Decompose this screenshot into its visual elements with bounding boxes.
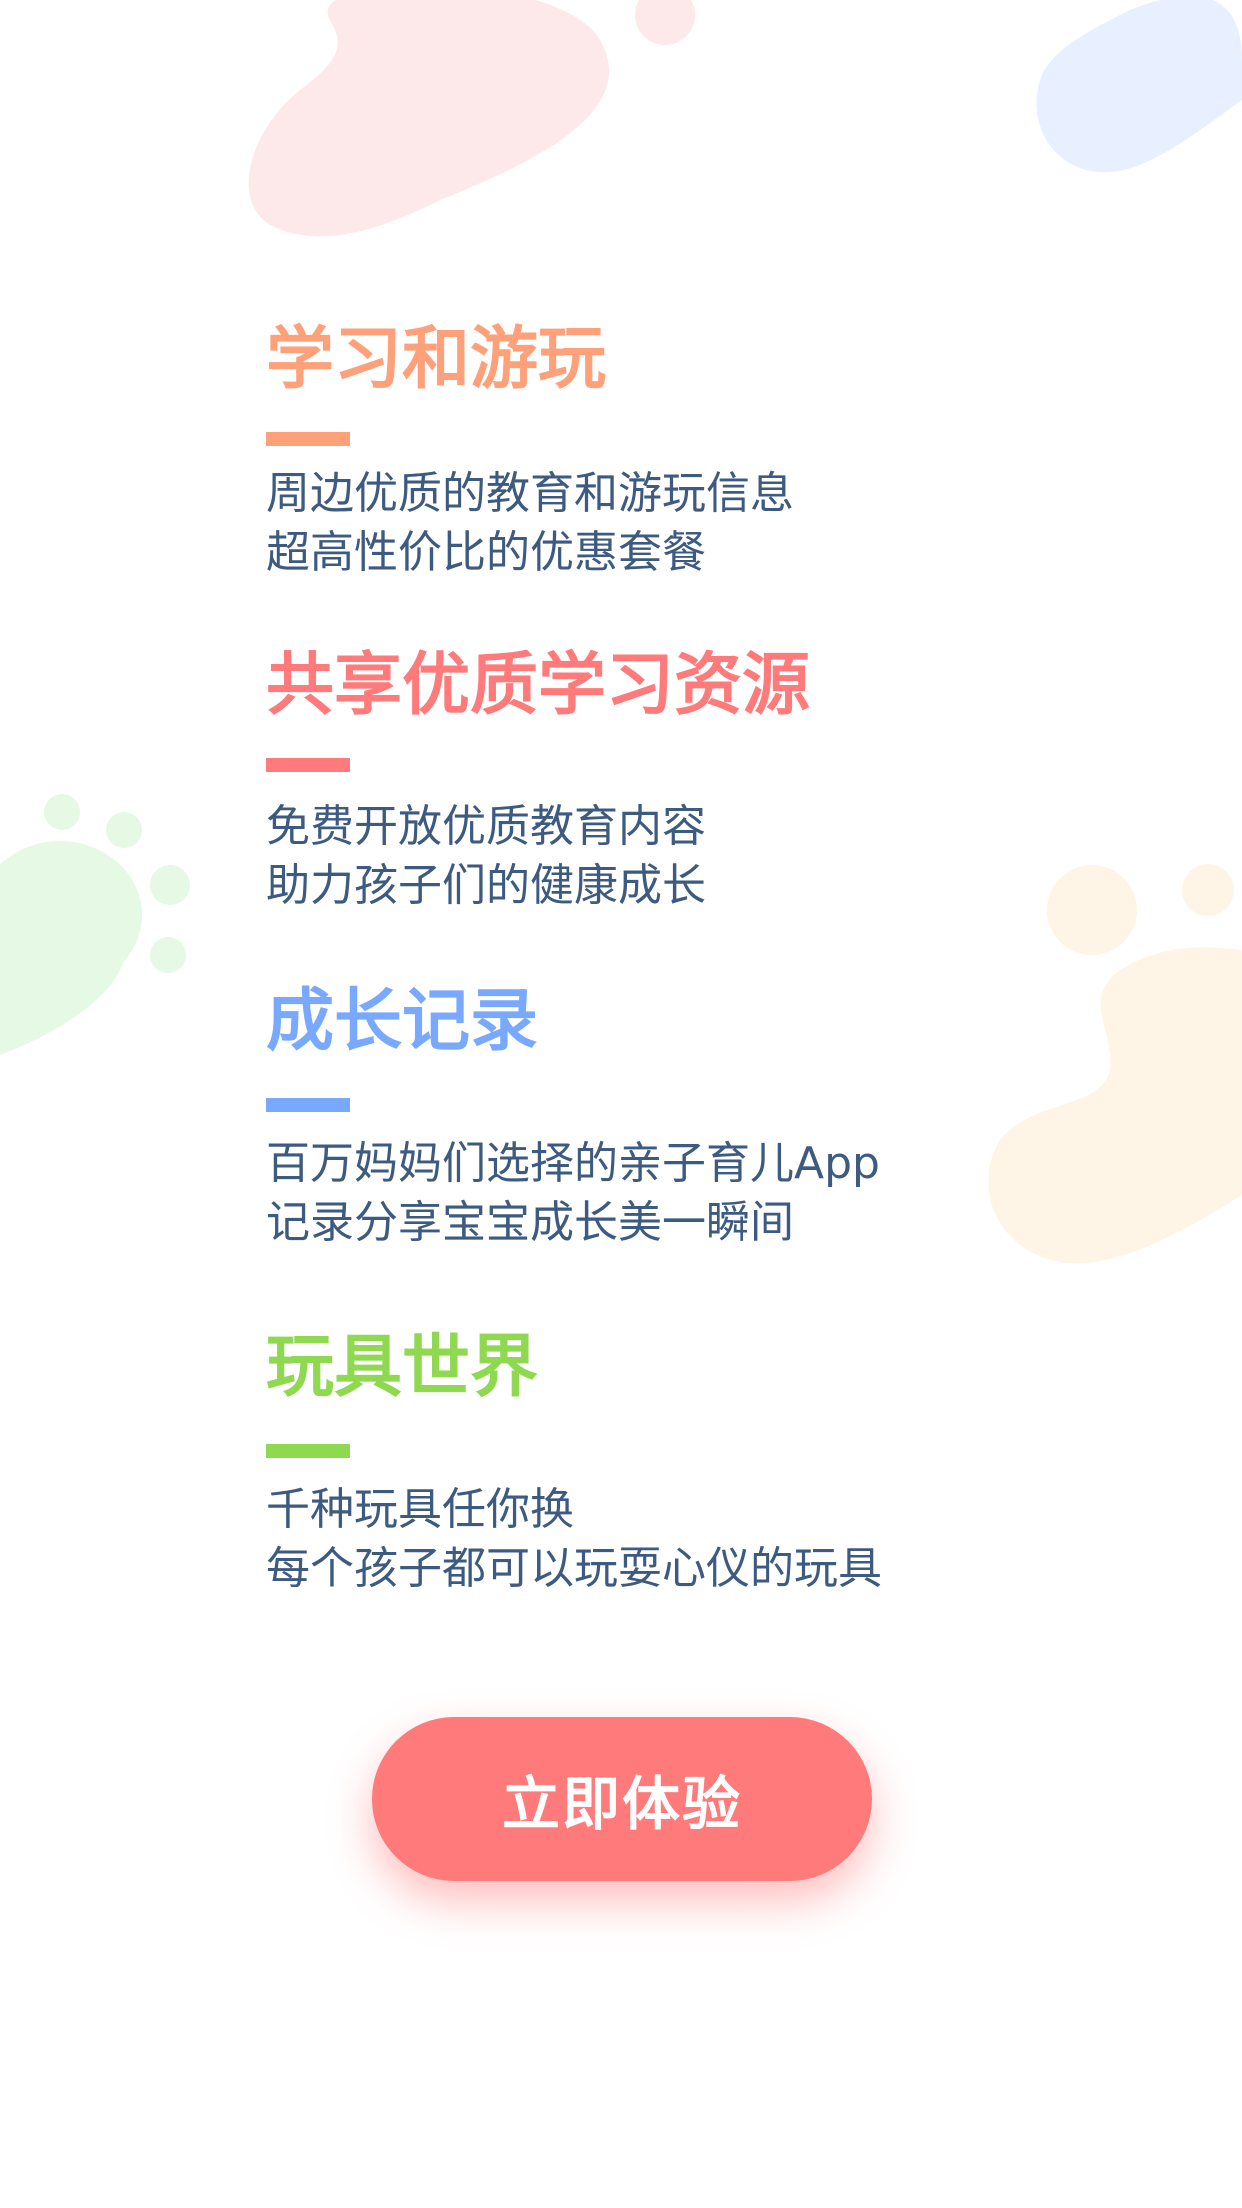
try-now-button[interactable]: 立即体验: [372, 1717, 872, 1881]
description-line: 每个孩子都可以玩耍心仪的玩具: [266, 1543, 882, 1594]
section-title: 学习和游玩: [266, 320, 607, 399]
section-title: 成长记录: [266, 982, 539, 1061]
section-description: 百万妈妈们选择的亲子育儿App 记录分享宝宝成长美一瞬间: [266, 1134, 880, 1252]
blue-paw-decoration: [1036, 0, 1242, 173]
section-description: 千种玩具任你换 每个孩子都可以玩耍心仪的玩具: [266, 1480, 882, 1598]
section-divider: [266, 1444, 350, 1458]
section-description: 免费开放优质教育内容 助力孩子们的健康成长: [266, 797, 706, 915]
section-title: 共享优质学习资源: [266, 646, 811, 725]
description-line: 记录分享宝宝成长美一瞬间: [266, 1197, 794, 1248]
description-line: 免费开放优质教育内容: [266, 801, 706, 852]
description-line: 超高性价比的优惠套餐: [266, 527, 706, 578]
section-divider: [266, 1098, 350, 1112]
pink-paw-decoration: [248, 0, 695, 237]
description-line: 千种玩具任你换: [266, 1484, 574, 1535]
description-line: 百万妈妈们选择的亲子育儿App: [266, 1138, 880, 1189]
section-share-resources: 共享优质学习资源 免费开放优质教育内容 助力孩子们的健康成长: [266, 646, 1166, 911]
section-divider: [266, 432, 350, 446]
section-description: 周边优质的教育和游玩信息 超高性价比的优惠套餐: [266, 464, 794, 582]
description-line: 助力孩子们的健康成长: [266, 860, 706, 911]
section-divider: [266, 758, 350, 772]
description-line: 周边优质的教育和游玩信息: [266, 468, 794, 519]
section-growth-record: 成长记录 百万妈妈们选择的亲子育儿App 记录分享宝宝成长美一瞬间: [266, 982, 1166, 1248]
cream-paw-decoration: [988, 864, 1242, 1264]
section-title: 玩具世界: [266, 1328, 539, 1407]
section-learn-play: 学习和游玩 周边优质的教育和游玩信息 超高性价比的优惠套餐: [266, 320, 1166, 578]
section-toy-world: 玩具世界 千种玩具任你换 每个孩子都可以玩耍心仪的玩具: [266, 1328, 1166, 1594]
green-paw-decoration: [0, 794, 190, 1055]
